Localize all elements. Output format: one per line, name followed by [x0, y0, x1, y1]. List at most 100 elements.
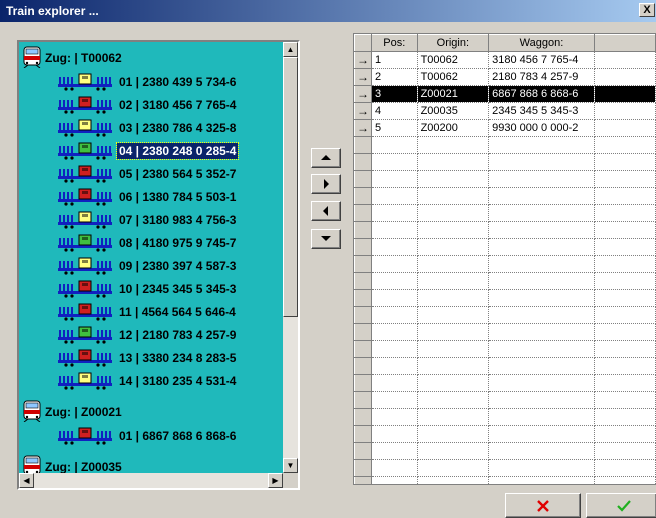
- cell-origin[interactable]: [417, 442, 490, 460]
- cell-origin[interactable]: Z00200: [417, 119, 490, 137]
- cell-extra[interactable]: [594, 102, 656, 120]
- cell-pos[interactable]: [371, 323, 418, 341]
- cell-origin[interactable]: [417, 187, 490, 205]
- cell-origin[interactable]: [417, 204, 490, 222]
- grid-row[interactable]: → 5 Z00200 9930 000 0 000-2: [354, 119, 656, 137]
- cell-waggon[interactable]: 2180 783 4 257-9: [488, 68, 595, 86]
- cell-waggon[interactable]: 6867 868 6 868-6: [488, 85, 595, 103]
- cell-origin[interactable]: [417, 374, 490, 392]
- cell-origin[interactable]: [417, 340, 490, 358]
- cell-origin[interactable]: [417, 323, 490, 341]
- grid-empty-row[interactable]: [354, 391, 656, 409]
- column-header-pos[interactable]: Pos:: [370, 34, 418, 52]
- cell-origin[interactable]: T00062: [417, 68, 490, 86]
- cell-waggon[interactable]: [488, 357, 595, 375]
- grid-empty-row[interactable]: [354, 408, 656, 426]
- cell-origin[interactable]: [417, 153, 490, 171]
- scroll-thumb[interactable]: [283, 57, 298, 317]
- cell-pos[interactable]: [371, 204, 418, 222]
- cell-origin[interactable]: [417, 476, 490, 484]
- close-button[interactable]: X: [639, 3, 655, 17]
- scroll-right-icon[interactable]: ▶: [268, 473, 283, 488]
- grid-empty-row[interactable]: [354, 187, 656, 205]
- cell-waggon[interactable]: 3180 456 7 765-4: [488, 51, 595, 69]
- cell-waggon[interactable]: [488, 476, 595, 484]
- cell-waggon[interactable]: [488, 153, 595, 171]
- cell-pos[interactable]: [371, 408, 418, 426]
- scroll-up-icon[interactable]: ▲: [283, 42, 298, 57]
- cell-waggon[interactable]: [488, 221, 595, 239]
- cell-pos[interactable]: [371, 425, 418, 443]
- cell-waggon[interactable]: [488, 255, 595, 273]
- cell-extra[interactable]: [594, 340, 656, 358]
- column-header-origin[interactable]: Origin:: [416, 34, 490, 52]
- grid-row[interactable]: → 3 Z00021 6867 868 6 868-6: [354, 85, 656, 103]
- cell-pos[interactable]: [371, 442, 418, 460]
- tree-vertical-scrollbar[interactable]: ▲ ▼: [283, 42, 298, 473]
- grid-empty-row[interactable]: [354, 323, 656, 341]
- cell-pos[interactable]: [371, 476, 418, 484]
- cell-extra[interactable]: [594, 289, 656, 307]
- cell-pos[interactable]: [371, 306, 418, 324]
- cell-extra[interactable]: [594, 374, 656, 392]
- grid-row[interactable]: → 2 T00062 2180 783 4 257-9: [354, 68, 656, 86]
- cell-extra[interactable]: [594, 85, 656, 103]
- cell-pos[interactable]: [371, 153, 418, 171]
- cell-extra[interactable]: [594, 119, 656, 137]
- cell-waggon[interactable]: [488, 187, 595, 205]
- cell-pos[interactable]: [371, 374, 418, 392]
- cell-extra[interactable]: [594, 221, 656, 239]
- cell-pos[interactable]: [371, 289, 418, 307]
- cell-origin[interactable]: [417, 289, 490, 307]
- cell-waggon[interactable]: [488, 204, 595, 222]
- column-header-waggon[interactable]: Waggon:: [488, 34, 595, 52]
- cell-waggon[interactable]: [488, 289, 595, 307]
- cell-waggon[interactable]: 9930 000 0 000-2: [488, 119, 595, 137]
- cell-origin[interactable]: [417, 272, 490, 290]
- cell-extra[interactable]: [594, 306, 656, 324]
- cell-pos[interactable]: 5: [371, 119, 418, 137]
- cell-waggon[interactable]: [488, 442, 595, 460]
- grid-empty-row[interactable]: [354, 357, 656, 375]
- cell-origin[interactable]: [417, 306, 490, 324]
- cell-pos[interactable]: [371, 221, 418, 239]
- grid-empty-row[interactable]: [354, 442, 656, 460]
- cell-pos[interactable]: 3: [371, 85, 418, 103]
- grid-empty-row[interactable]: [354, 153, 656, 171]
- scroll-down-icon[interactable]: ▼: [283, 458, 298, 473]
- grid-empty-row[interactable]: [354, 289, 656, 307]
- move-left-button[interactable]: [311, 201, 341, 221]
- cell-extra[interactable]: [594, 323, 656, 341]
- grid-empty-row[interactable]: [354, 221, 656, 239]
- cell-extra[interactable]: [594, 442, 656, 460]
- grid-empty-row[interactable]: [354, 170, 656, 188]
- grid-empty-row[interactable]: [354, 306, 656, 324]
- cell-waggon[interactable]: [488, 136, 595, 154]
- cell-pos[interactable]: [371, 391, 418, 409]
- cell-extra[interactable]: [594, 204, 656, 222]
- cell-waggon[interactable]: [488, 374, 595, 392]
- column-header-extra[interactable]: [593, 34, 656, 52]
- cell-extra[interactable]: [594, 459, 656, 477]
- grid-empty-row[interactable]: [354, 204, 656, 222]
- cell-pos[interactable]: [371, 459, 418, 477]
- cell-origin[interactable]: [417, 357, 490, 375]
- cell-extra[interactable]: [594, 238, 656, 256]
- cell-waggon[interactable]: [488, 408, 595, 426]
- cell-waggon[interactable]: [488, 425, 595, 443]
- move-up-button[interactable]: [311, 148, 341, 168]
- cell-extra[interactable]: [594, 476, 656, 484]
- cell-extra[interactable]: [594, 425, 656, 443]
- scroll-left-icon[interactable]: ◀: [19, 473, 34, 488]
- cell-pos[interactable]: [371, 272, 418, 290]
- cell-origin[interactable]: [417, 255, 490, 273]
- grid-empty-row[interactable]: [354, 459, 656, 477]
- cell-extra[interactable]: [594, 51, 656, 69]
- grid-empty-row[interactable]: [354, 476, 656, 484]
- cell-origin[interactable]: [417, 459, 490, 477]
- cell-origin[interactable]: [417, 391, 490, 409]
- cell-origin[interactable]: [417, 136, 490, 154]
- ok-button[interactable]: [586, 493, 656, 518]
- grid-empty-row[interactable]: [354, 425, 656, 443]
- grid-empty-row[interactable]: [354, 238, 656, 256]
